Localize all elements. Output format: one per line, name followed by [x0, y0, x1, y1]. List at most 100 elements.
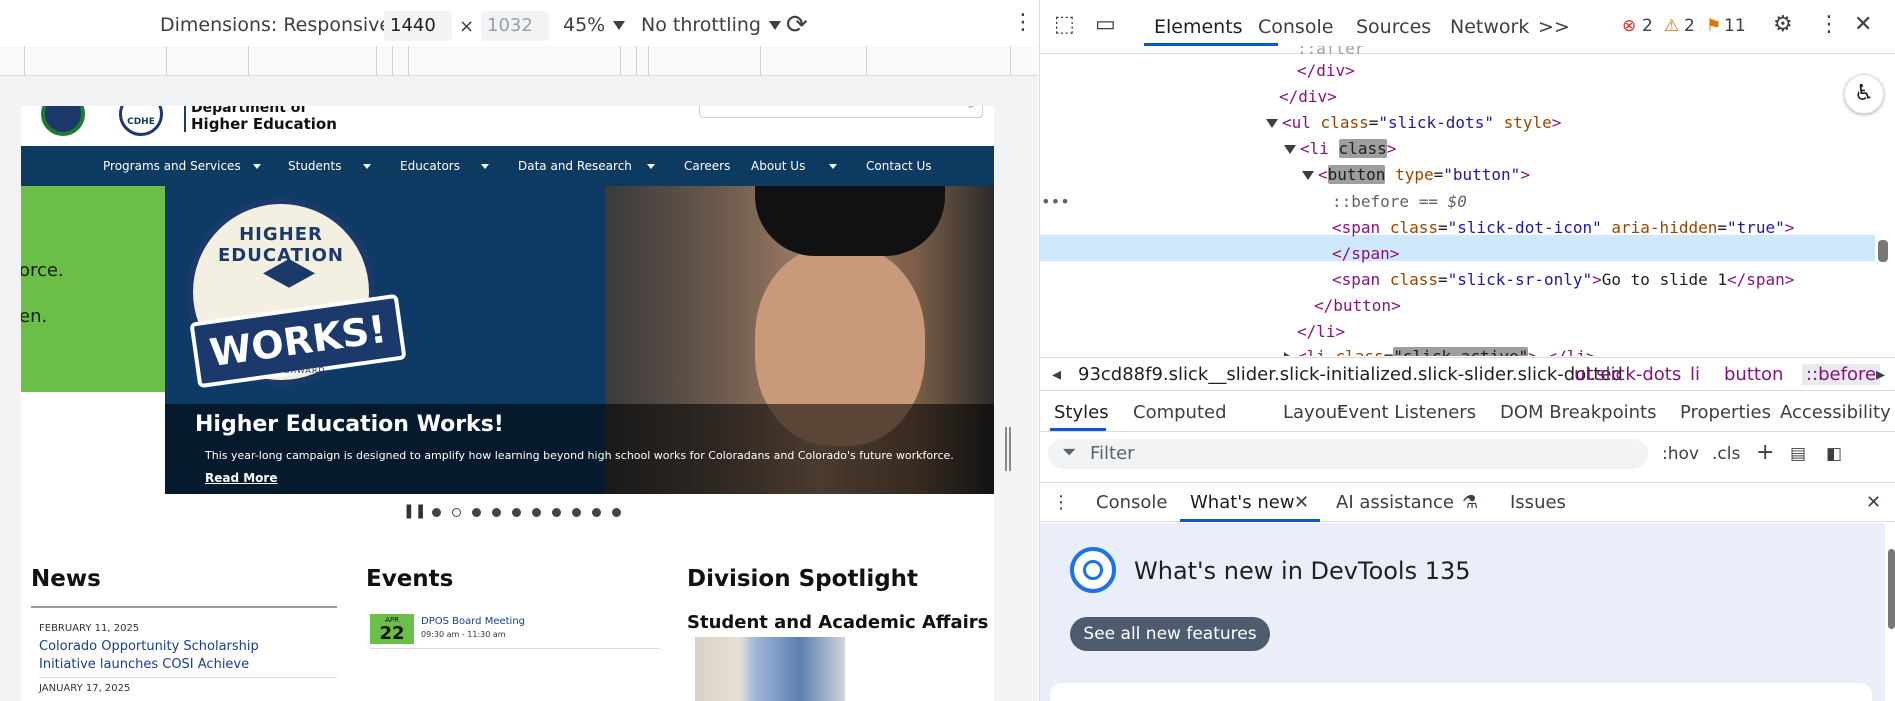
row-more-icon[interactable]: •••: [1041, 191, 1070, 213]
see-all-features-button[interactable]: See all new features: [1070, 617, 1270, 651]
dom-line[interactable]: <ul class="slick-dots" style>: [1266, 112, 1561, 134]
chevron-down-icon[interactable]: [253, 164, 261, 169]
height-input[interactable]: 1032: [481, 11, 549, 41]
more-options-icon[interactable]: ⋮: [1012, 10, 1034, 35]
dimensions-dropdown[interactable]: Dimensions: Responsive: [160, 14, 412, 36]
slide-dot[interactable]: [612, 508, 621, 517]
tab-properties[interactable]: Properties: [1680, 402, 1771, 423]
breadcrumb-item[interactable]: li: [1690, 364, 1700, 385]
dom-line[interactable]: <li class>: [1284, 138, 1396, 160]
slide-dot[interactable]: [432, 508, 441, 517]
paint-icon[interactable]: ▤: [1790, 444, 1806, 464]
chevron-down-icon[interactable]: [363, 164, 371, 169]
dom-close-div[interactable]: </div>: [1297, 61, 1355, 80]
error-count[interactable]: 2: [1642, 16, 1653, 36]
chevron-down-icon[interactable]: [481, 164, 489, 169]
tab-styles[interactable]: Styles: [1054, 402, 1109, 423]
dom-scrollbar[interactable]: [1878, 240, 1888, 262]
throttling-dropdown[interactable]: No throttling: [641, 14, 781, 36]
nav-contact[interactable]: Contact Us: [866, 159, 932, 173]
chevron-down-icon[interactable]: [647, 164, 655, 169]
dom-line[interactable]: ::before == $0: [1332, 191, 1467, 213]
dom-close-div[interactable]: </div>: [1279, 87, 1337, 106]
tab-elements[interactable]: Elements: [1154, 16, 1243, 38]
tab-computed[interactable]: Computed: [1133, 402, 1227, 423]
slide-dot[interactable]: [472, 508, 481, 517]
slide-dot[interactable]: [512, 508, 521, 517]
drawer-tab-console[interactable]: Console: [1096, 492, 1167, 513]
collapsed-triangle-icon[interactable]: [1284, 351, 1293, 356]
styles-filter-input[interactable]: ⏷ Filter: [1048, 439, 1648, 469]
sidebar-toggle-icon[interactable]: ◧: [1826, 444, 1842, 464]
read-more-link[interactable]: Read More: [205, 471, 278, 485]
close-icon[interactable]: ✕: [1294, 492, 1309, 513]
tab-dom-breakpoints[interactable]: DOM Breakpoints: [1500, 402, 1656, 423]
zoom-dropdown[interactable]: 45%: [563, 14, 626, 36]
cdhe-logo[interactable]: CDHE: [119, 106, 163, 136]
expand-triangle-icon[interactable]: [1284, 145, 1296, 154]
error-icon[interactable]: ⊗: [1622, 16, 1636, 36]
dom-line[interactable]: <span class="slick-dot-icon" aria-hidden…: [1332, 217, 1794, 239]
issues-count[interactable]: 11: [1724, 16, 1746, 36]
slide-dot[interactable]: [532, 508, 541, 517]
drawer-tab-whats-new[interactable]: What's new: [1190, 492, 1295, 513]
tab-accessibility[interactable]: Accessibility: [1780, 402, 1891, 423]
tab-event-listeners[interactable]: Event Listeners: [1337, 402, 1476, 423]
colorado-logo[interactable]: [41, 106, 85, 136]
close-icon[interactable]: ✕: [1866, 492, 1881, 513]
breadcrumb-item[interactable]: ul.slick-dots: [1574, 364, 1681, 385]
drawer-menu-icon[interactable]: ⋮: [1052, 492, 1070, 513]
breadcrumb-item-active[interactable]: ::before: [1802, 364, 1881, 385]
tab-network[interactable]: Network: [1450, 16, 1529, 38]
nav-students[interactable]: Students: [288, 159, 342, 173]
search-icon[interactable]: ⌕: [969, 106, 976, 112]
warning-icon[interactable]: ⚠: [1664, 16, 1679, 36]
slide-dot[interactable]: [592, 508, 601, 517]
cls-toggle[interactable]: .cls: [1712, 444, 1740, 464]
breadcrumb-item[interactable]: 93cd88f9.slick__slider.slick-initialized…: [1078, 364, 1623, 385]
drawer-tab-ai[interactable]: AI assistance: [1336, 492, 1454, 513]
site-search-input[interactable]: ⌕: [699, 106, 983, 118]
breadcrumb-item[interactable]: button: [1724, 364, 1783, 385]
nav-careers[interactable]: Careers: [684, 159, 730, 173]
expand-triangle-icon[interactable]: [1266, 119, 1278, 128]
breadcrumb-forward-icon[interactable]: ▸: [1876, 364, 1885, 385]
warning-count[interactable]: 2: [1684, 16, 1695, 36]
news-link[interactable]: Colorado Opportunity Scholarship Initiat…: [39, 638, 319, 674]
pause-icon[interactable]: ❚❚: [403, 503, 426, 519]
drawer-scrollbar[interactable]: [1886, 523, 1895, 701]
slide-dot[interactable]: [552, 508, 561, 517]
dom-line[interactable]: <li class="slick-active"> </li>: [1284, 346, 1596, 356]
tab-layout[interactable]: Layout: [1283, 402, 1344, 423]
expand-triangle-icon[interactable]: [1302, 171, 1314, 180]
tab-sources[interactable]: Sources: [1356, 16, 1431, 38]
gear-icon[interactable]: ⚙: [1773, 12, 1793, 37]
dom-line[interactable]: <span class="slick-sr-only">Go to slide …: [1332, 269, 1794, 291]
breadcrumb-back-icon[interactable]: ◂: [1052, 364, 1061, 385]
resize-handle[interactable]: [1005, 427, 1011, 471]
width-input[interactable]: 1440: [384, 11, 452, 41]
dom-tag[interactable]: </li>: [1297, 322, 1345, 341]
slide-dot-active[interactable]: [452, 508, 461, 517]
accessibility-icon[interactable]: ♿: [1844, 74, 1884, 114]
tab-console[interactable]: Console: [1258, 16, 1333, 38]
close-icon[interactable]: ✕: [1854, 12, 1872, 37]
chevron-down-icon[interactable]: [829, 164, 837, 169]
more-tabs-icon[interactable]: >>: [1538, 16, 1570, 38]
dom-line[interactable]: <button type="button">: [1302, 164, 1530, 186]
nav-data-research[interactable]: Data and Research: [518, 159, 632, 173]
drawer-tab-issues[interactable]: Issues: [1510, 492, 1566, 513]
event-title-link[interactable]: DPOS Board Meeting: [421, 616, 525, 627]
nav-programs[interactable]: Programs and Services: [103, 159, 241, 173]
nav-educators[interactable]: Educators: [400, 159, 460, 173]
dom-tag[interactable]: </button>: [1314, 296, 1401, 315]
hov-toggle[interactable]: :hov: [1662, 444, 1699, 464]
issues-icon[interactable]: ⚑: [1706, 16, 1721, 36]
nav-about[interactable]: About Us: [751, 159, 805, 173]
slide-dot[interactable]: [492, 508, 501, 517]
more-options-icon[interactable]: ⋮: [1818, 12, 1840, 37]
rotate-icon[interactable]: ⟳: [786, 10, 808, 40]
dom-tag[interactable]: </span>: [1332, 244, 1399, 263]
inspect-element-icon[interactable]: ⬚: [1054, 12, 1075, 37]
new-rule-icon[interactable]: +: [1756, 440, 1774, 465]
